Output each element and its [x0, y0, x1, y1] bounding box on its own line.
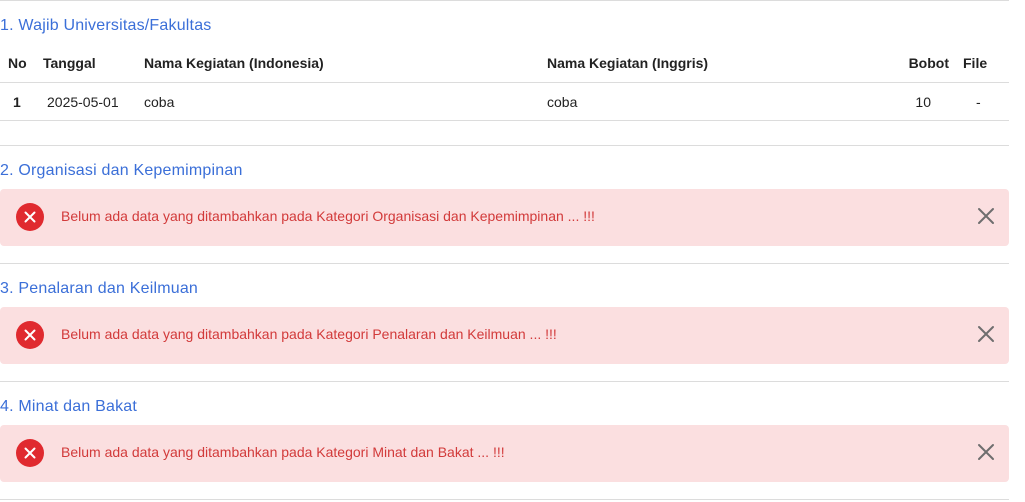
- section-title-organisasi: 2. Organisasi dan Kepemimpinan: [0, 162, 243, 179]
- header-bobot: Bobot: [847, 44, 955, 83]
- cell-no: 1: [0, 82, 43, 121]
- alert-message: Belum ada data yang ditambahkan pada Kat…: [61, 326, 557, 342]
- close-icon[interactable]: [977, 325, 995, 343]
- x-circle-icon: [16, 439, 44, 467]
- section-title-penalaran: 3. Penalaran dan Keilmuan: [0, 280, 199, 297]
- empty-alert-minat: Belum ada data yang ditambahkan pada Kat…: [0, 425, 1009, 482]
- cell-nama-inggris: coba: [547, 82, 847, 121]
- activity-page: 1. Wajib Universitas/Fakultas No Tanggal…: [0, 0, 1009, 502]
- alert-message: Belum ada data yang ditambahkan pada Kat…: [61, 208, 595, 224]
- divider: [0, 381, 1009, 382]
- header-tanggal: Tanggal: [43, 44, 144, 83]
- header-file: File: [955, 44, 1009, 83]
- x-circle-icon: [16, 321, 44, 349]
- x-circle-icon: [16, 203, 44, 231]
- close-icon[interactable]: [977, 443, 995, 461]
- table-row: 1 2025-05-01 coba coba 10 -: [0, 82, 1009, 121]
- table-header-row: No Tanggal Nama Kegiatan (Indonesia) Nam…: [0, 44, 1009, 83]
- cell-nama-indonesia: coba: [144, 82, 547, 121]
- cell-file: -: [955, 82, 1009, 121]
- divider: [0, 499, 1009, 500]
- section-title-minat: 4. Minat dan Bakat: [0, 398, 138, 415]
- close-icon[interactable]: [977, 207, 995, 225]
- header-nama-inggris: Nama Kegiatan (Inggris): [547, 44, 847, 83]
- divider: [0, 0, 1009, 1]
- alert-message: Belum ada data yang ditambahkan pada Kat…: [61, 444, 505, 460]
- section-title-wajib: 1. Wajib Universitas/Fakultas: [0, 17, 212, 34]
- divider: [0, 145, 1009, 146]
- divider: [0, 263, 1009, 264]
- header-no: No: [0, 44, 43, 83]
- cell-tanggal: 2025-05-01: [43, 82, 144, 121]
- cell-bobot: 10: [847, 82, 955, 121]
- empty-alert-penalaran: Belum ada data yang ditambahkan pada Kat…: [0, 307, 1009, 364]
- empty-alert-organisasi: Belum ada data yang ditambahkan pada Kat…: [0, 189, 1009, 246]
- activity-table: No Tanggal Nama Kegiatan (Indonesia) Nam…: [0, 44, 1009, 121]
- header-nama-indonesia: Nama Kegiatan (Indonesia): [144, 44, 547, 83]
